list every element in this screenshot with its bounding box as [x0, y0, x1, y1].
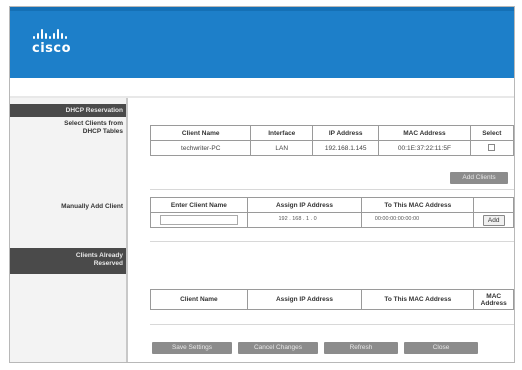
select-cell: [469, 140, 515, 156]
add-button[interactable]: Add: [482, 214, 505, 226]
client-name-input[interactable]: [159, 215, 238, 225]
sidebar: DHCP Reservation Select Clients from DHC…: [10, 98, 126, 362]
section-title: DHCP Reservation: [10, 104, 126, 117]
already-reserved-label: Clients Already Reserved: [10, 248, 126, 274]
column-header: Assign IP Address: [246, 289, 363, 310]
manually-add-label: Manually Add Client: [61, 203, 123, 210]
close-button[interactable]: Close: [404, 342, 478, 354]
cisco-bridge-icon: [33, 29, 71, 39]
column-header: Assign IP Address: [246, 197, 363, 213]
table-row: 192 . 168 . 1 . 0 00:00:00:00:00:00 Add: [150, 212, 514, 228]
refresh-button[interactable]: Refresh: [324, 342, 398, 354]
interface-cell: LAN: [250, 140, 314, 156]
ip-input-cell: 192 . 168 . 1 . 0: [246, 212, 363, 228]
table-header-row: Enter Client Name Assign IP Address To T…: [150, 197, 514, 213]
column-header: To This MAC Address: [361, 289, 475, 310]
column-header: IP Address: [312, 125, 380, 141]
cancel-changes-button[interactable]: Cancel Changes: [238, 342, 318, 354]
ip-address-input[interactable]: 192 . 168 . 1 . 0: [276, 215, 333, 225]
column-header: Client Name: [150, 289, 248, 310]
header-stripe: [10, 7, 514, 11]
section-divider: [150, 241, 514, 242]
column-header: [473, 197, 514, 213]
column-header: MAC Address: [473, 289, 514, 310]
column-header: Select: [469, 125, 515, 141]
mac-input-cell: 00:00:00:00:00:00: [361, 212, 475, 228]
client-name-cell: techwriter-PC: [149, 140, 252, 156]
select-checkbox[interactable]: [488, 144, 496, 152]
column-header: MAC Address: [378, 125, 471, 141]
mac-address-cell: 00:1E:37:22:11:5F: [378, 140, 471, 156]
column-header: Interface: [250, 125, 314, 141]
main-content: Client Name Interface IP Address MAC Add…: [126, 98, 515, 362]
mac-address-input[interactable]: 00:00:00:00:00:00: [372, 215, 463, 225]
add-clients-button[interactable]: Add Clients: [450, 172, 508, 184]
column-header: To This MAC Address: [361, 197, 475, 213]
select-clients-label: Select Clients from DHCP Tables: [64, 120, 123, 135]
reserved-clients-table: Client Name Assign IP Address To This MA…: [150, 289, 514, 310]
column-header: Enter Client Name: [150, 197, 248, 213]
table-header-row: Client Name Assign IP Address To This MA…: [150, 289, 514, 310]
table-row: techwriter-PC LAN 192.168.1.145 00:1E:37…: [149, 140, 515, 156]
add-cell: Add: [473, 212, 514, 228]
ip-address-cell: 192.168.1.145: [312, 140, 380, 156]
dhcp-clients-table: Client Name Interface IP Address MAC Add…: [149, 125, 515, 156]
save-settings-button[interactable]: Save Settings: [152, 342, 232, 354]
brand-name: cisco: [32, 41, 72, 56]
column-header: Client Name: [149, 125, 252, 141]
manual-add-table: Enter Client Name Assign IP Address To T…: [150, 197, 514, 228]
section-divider: [150, 324, 514, 325]
sub-header: [10, 78, 514, 98]
client-name-input-cell: [150, 212, 248, 228]
table-header-row: Client Name Interface IP Address MAC Add…: [149, 125, 515, 141]
cisco-logo: cisco: [32, 29, 71, 56]
section-divider: [150, 189, 514, 190]
header-bar: cisco: [10, 7, 514, 78]
router-window: cisco DHCP Reservation Select Clients fr…: [9, 6, 515, 363]
